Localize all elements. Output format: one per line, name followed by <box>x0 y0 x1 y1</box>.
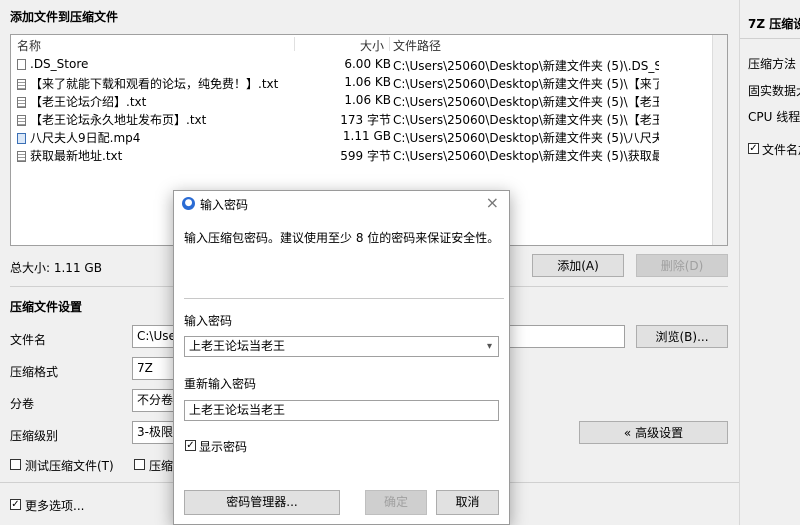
solid-label: 固实数据大 <box>748 84 800 98</box>
table-row[interactable]: 获取最新地址.txt 599 字节 C:\Users\25060\Desktop… <box>11 146 727 164</box>
video-file-icon <box>17 133 26 144</box>
dialog-title: 输入密码 <box>200 198 249 212</box>
password-dialog: ● 输入密码 × 输入压缩包密码。建议使用至少 8 位的密码来保证安全性。 输入… <box>173 190 510 525</box>
level-label: 压缩级别 <box>10 429 59 443</box>
divider <box>184 298 504 299</box>
text-file-icon <box>17 151 26 162</box>
table-row[interactable]: .DS_Store 6.00 KB C:\Users\25060\Desktop… <box>11 56 727 74</box>
test-label: 测试压缩文件(T) <box>25 459 114 473</box>
test-checkbox[interactable] <box>10 459 21 470</box>
filename-label: 文件名 <box>10 333 47 347</box>
column-header-path[interactable]: 文件路径 <box>393 37 441 54</box>
right-panel: 7Z 压缩设 压缩方法 固实数据大 CPU 线程数 ✓ 文件名加 <box>739 0 800 525</box>
table-row[interactable]: 八尺夫人9日配.mp4 1.11 GB C:\Users\25060\Deskt… <box>11 128 727 146</box>
compress-label: 压缩 <box>149 459 174 473</box>
cpu-label: CPU 线程数 <box>748 110 800 124</box>
table-row[interactable]: 【老王论坛介绍】.txt 1.06 KB C:\Users\25060\Desk… <box>11 92 727 110</box>
compress-checkbox[interactable] <box>134 459 145 470</box>
right-panel-title: 7Z 压缩设 <box>748 17 800 31</box>
split-label: 分卷 <box>10 397 35 411</box>
password-manager-button[interactable]: 密码管理器... <box>184 490 340 515</box>
dialog-description: 输入压缩包密码。建议使用至少 8 位的密码来保证安全性。 <box>184 231 500 245</box>
repeat-password-field[interactable]: 上老王论坛当老王 <box>184 400 499 421</box>
format-label: 压缩格式 <box>10 365 59 379</box>
file-icon <box>17 59 26 70</box>
more-options-label: 更多选项... <box>25 499 85 513</box>
total-size: 总大小: 1.11 GB <box>10 261 102 275</box>
password-label: 输入密码 <box>184 314 233 328</box>
browse-button[interactable]: 浏览(B)... <box>636 325 728 348</box>
ok-button[interactable]: 确定 <box>365 490 427 515</box>
show-password-label: 显示密码 <box>199 440 248 454</box>
close-icon[interactable]: × <box>486 193 499 212</box>
column-header-size[interactable]: 大小 <box>360 37 384 54</box>
files-section-title: 添加文件到压缩文件 <box>10 10 119 24</box>
chevron-down-icon: ▾ <box>486 341 492 352</box>
advanced-settings-button[interactable]: « 高级设置 <box>579 421 728 444</box>
method-label: 压缩方法 <box>748 57 797 71</box>
cancel-button[interactable]: 取消 <box>436 490 499 515</box>
app-icon: ● <box>182 197 195 210</box>
add-button[interactable]: 添加(A) <box>532 254 624 277</box>
table-row[interactable]: 【老王论坛永久地址发布页】.txt 173 字节 C:\Users\25060\… <box>11 110 727 128</box>
table-row[interactable]: 【来了就能下载和观看的论坛，纯免费！】.txt 1.06 KB C:\Users… <box>11 74 727 92</box>
table-scrollbar[interactable] <box>712 35 727 245</box>
text-file-icon <box>17 115 26 126</box>
filename-encrypt-checkbox[interactable]: ✓ <box>748 143 759 154</box>
text-file-icon <box>17 79 26 90</box>
password-dropdown[interactable]: 上老王论坛当老王 ▾ <box>184 336 499 357</box>
settings-title: 压缩文件设置 <box>10 300 83 314</box>
column-header-name[interactable]: 名称 <box>17 37 41 54</box>
filename-encrypt-label: 文件名加 <box>762 143 800 157</box>
more-options-checkbox[interactable]: ✓ <box>10 499 21 510</box>
show-password-checkbox[interactable]: ✓ <box>185 440 196 451</box>
text-file-icon <box>17 97 26 108</box>
repeat-password-label: 重新输入密码 <box>184 377 257 391</box>
delete-button[interactable]: 删除(D) <box>636 254 728 277</box>
